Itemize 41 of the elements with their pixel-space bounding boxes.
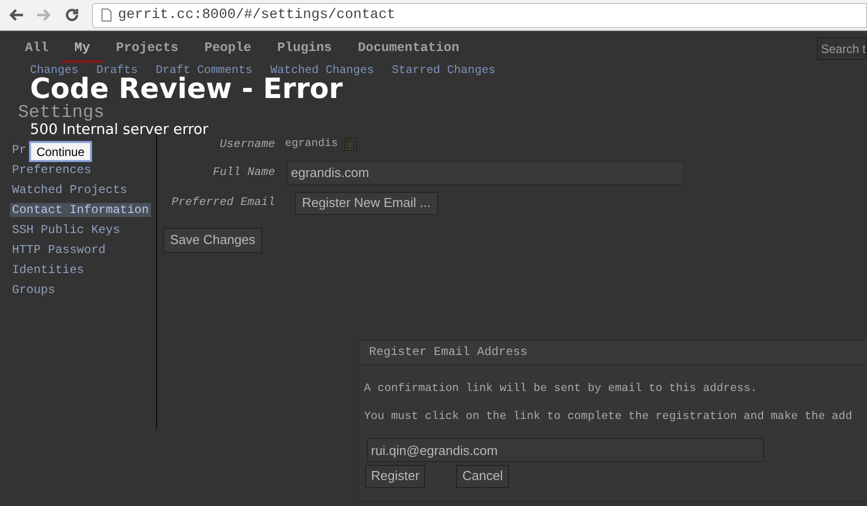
error-title: Code Review - Error <box>30 76 343 102</box>
continue-button[interactable]: Continue <box>29 141 92 162</box>
nav-tab[interactable]: Documentation <box>344 38 472 62</box>
page-title: Settings <box>18 104 106 122</box>
nav-tab[interactable]: People <box>191 38 264 62</box>
back-icon[interactable] <box>8 8 24 22</box>
save-changes-button[interactable]: Save Changes <box>163 228 262 252</box>
dialog-text: You must click on the link to complete the registration and make the add <box>364 410 852 425</box>
sub-nav-link[interactable]: Drafts <box>96 64 138 76</box>
nav-tab[interactable]: All <box>12 38 62 62</box>
username-value: egrandis <box>285 137 338 152</box>
field-label: Username <box>218 136 275 153</box>
email-field[interactable]: rui.qin@egrandis.com <box>367 438 764 462</box>
sub-nav-link[interactable]: Starred Changes <box>392 64 496 76</box>
sidebar-item[interactable]: Groups <box>10 282 58 296</box>
register-email-button[interactable]: Register New Email ... <box>295 192 438 214</box>
address-bar[interactable]: gerrit.cc:8000/#/settings/contact <box>92 2 867 28</box>
sidebar-item[interactable]: HTTP Password <box>10 242 108 256</box>
full-name-field[interactable]: egrandis.com <box>287 160 684 184</box>
page-icon <box>101 8 112 22</box>
nav-tab[interactable]: Projects <box>103 38 192 62</box>
nav-tab[interactable]: Plugins <box>264 38 345 62</box>
sidebar-item[interactable]: SSH Public Keys <box>10 222 122 236</box>
reload-icon[interactable] <box>64 7 80 23</box>
nav-tab[interactable]: My <box>61 38 104 62</box>
sidebar-item[interactable]: Contact Information <box>10 202 151 216</box>
sidebar-item[interactable]: Preferences <box>10 162 94 176</box>
sub-nav-link[interactable]: Changes <box>30 64 78 76</box>
dialog-button[interactable]: Cancel <box>456 464 509 488</box>
field-label: Full Name <box>212 164 275 181</box>
search-field[interactable]: Search t <box>817 37 867 60</box>
sidebar-item[interactable]: Pr <box>10 142 28 156</box>
sub-nav-link[interactable]: Watched Changes <box>270 64 374 76</box>
sidebar-item[interactable]: Watched Projects <box>10 182 130 196</box>
field-label: Preferred Email <box>170 195 275 212</box>
sidebar-item[interactable]: Identities <box>10 262 86 276</box>
dialog-text: A confirmation link will be sent by email to this address. <box>364 382 758 397</box>
error-message: 500 Internal server error <box>30 122 208 139</box>
sub-nav-link[interactable]: Draft Comments <box>156 64 252 76</box>
url-text: gerrit.cc:8000/#/settings/contact <box>118 6 396 24</box>
dialog-button[interactable]: Register <box>365 464 426 488</box>
